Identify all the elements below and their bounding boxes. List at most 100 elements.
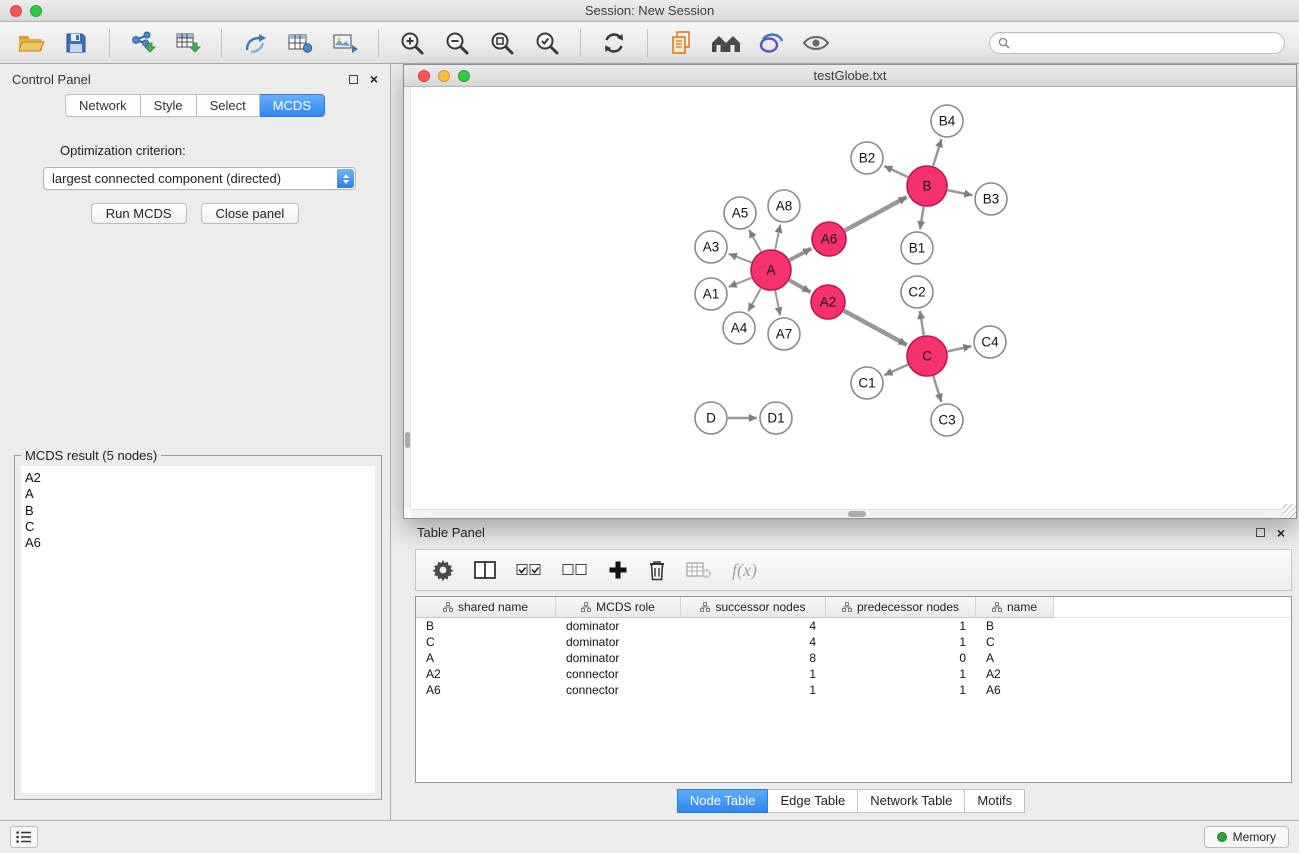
table-row[interactable]: Adominator80A: [416, 650, 1291, 666]
split-column-button[interactable]: [474, 555, 496, 585]
edge-B-B2[interactable]: [884, 166, 908, 177]
tab-node-table[interactable]: Node Table: [677, 789, 769, 813]
network-fork-button[interactable]: [238, 27, 272, 59]
network-graph[interactable]: ABCA2A6A1A3A4A5A7A8B1B2B3B4C1C2C3C4DD1: [404, 87, 1296, 518]
home-overview-button[interactable]: [709, 27, 743, 59]
edge-A-A3[interactable]: [729, 254, 752, 263]
tab-network-table[interactable]: Network Table: [858, 789, 965, 813]
graph-node-D1[interactable]: D1: [760, 402, 792, 434]
horizontal-scrollbar[interactable]: [411, 509, 1282, 518]
delete-table-button[interactable]: [686, 555, 712, 585]
graph-node-B4[interactable]: B4: [931, 105, 963, 137]
table-settings-button[interactable]: [432, 555, 454, 585]
table-row[interactable]: A6connector11A6: [416, 682, 1291, 698]
edge-C-C4[interactable]: [947, 346, 971, 351]
search-input[interactable]: [1015, 36, 1276, 50]
result-item[interactable]: A2: [25, 470, 371, 486]
search-box[interactable]: [989, 32, 1285, 54]
edge-A-A6[interactable]: [790, 248, 812, 260]
task-history-button[interactable]: [10, 826, 38, 848]
criterion-select[interactable]: largest connected component (directed): [43, 167, 356, 190]
graph-node-C2[interactable]: C2: [901, 276, 933, 308]
column-header-shared-name[interactable]: shared name: [416, 597, 556, 618]
edge-A-A5[interactable]: [749, 230, 761, 252]
graph-node-A8[interactable]: A8: [768, 190, 800, 222]
result-item[interactable]: C: [25, 519, 371, 535]
zoom-in-button[interactable]: [395, 27, 429, 59]
vertical-scrollbar[interactable]: [404, 87, 411, 508]
import-table-button[interactable]: [171, 27, 205, 59]
graph-node-C1[interactable]: C1: [851, 367, 883, 399]
highlight-button[interactable]: [754, 27, 788, 59]
function-builder-button[interactable]: f(x): [732, 555, 757, 585]
zoom-window-button[interactable]: [458, 70, 470, 82]
graph-node-A7[interactable]: A7: [768, 318, 800, 350]
graph-node-B2[interactable]: B2: [851, 142, 883, 174]
graph-node-C3[interactable]: C3: [931, 404, 963, 436]
edge-A6-B[interactable]: [845, 197, 907, 230]
result-item[interactable]: A: [25, 486, 371, 502]
close-window-button[interactable]: [418, 70, 430, 82]
close-panel-button[interactable]: Close panel: [201, 203, 300, 224]
graph-node-B[interactable]: B: [907, 166, 947, 206]
zoom-fit-button[interactable]: [485, 27, 519, 59]
memory-button[interactable]: Memory: [1204, 826, 1289, 848]
graph-node-C[interactable]: C: [907, 336, 947, 376]
column-header-predecessor-nodes[interactable]: predecessor nodes: [826, 597, 976, 618]
add-row-button[interactable]: [608, 555, 628, 585]
column-header-successor-nodes[interactable]: successor nodes: [681, 597, 826, 618]
export-image-button[interactable]: [328, 27, 362, 59]
edge-C-C3[interactable]: [933, 376, 941, 402]
graph-node-C4[interactable]: C4: [974, 326, 1006, 358]
float-panel-icon[interactable]: [349, 75, 358, 84]
tab-mcds[interactable]: MCDS: [260, 94, 325, 117]
delete-row-button[interactable]: [648, 555, 666, 585]
table-row[interactable]: A2connector11A2: [416, 666, 1291, 682]
graph-node-A6[interactable]: A6: [812, 222, 846, 256]
edge-A-A2[interactable]: [789, 280, 810, 292]
unselect-all-button[interactable]: [562, 555, 588, 585]
edge-A-A8[interactable]: [775, 225, 780, 250]
minimize-window-button[interactable]: [438, 70, 450, 82]
column-header-mcds-role[interactable]: MCDS role: [556, 597, 681, 618]
result-item[interactable]: A6: [25, 535, 371, 551]
close-panel-icon[interactable]: ×: [1277, 528, 1285, 538]
tab-network[interactable]: Network: [65, 94, 141, 117]
save-session-button[interactable]: [59, 27, 93, 59]
open-file-button[interactable]: [14, 27, 48, 59]
graph-node-A[interactable]: A: [751, 250, 791, 290]
graph-node-A5[interactable]: A5: [724, 197, 756, 229]
tab-motifs[interactable]: Motifs: [965, 789, 1025, 813]
open-panels-button[interactable]: [664, 27, 698, 59]
graph-node-A1[interactable]: A1: [695, 278, 727, 310]
zoom-selected-button[interactable]: [530, 27, 564, 59]
edge-A-A7[interactable]: [775, 291, 780, 316]
import-network-button[interactable]: [126, 27, 160, 59]
graph-node-A3[interactable]: A3: [695, 231, 727, 263]
table-row[interactable]: Cdominator41C: [416, 634, 1291, 650]
edge-C-C1[interactable]: [884, 365, 908, 376]
close-window-button[interactable]: [10, 5, 22, 17]
graph-node-D[interactable]: D: [695, 402, 727, 434]
graph-node-B1[interactable]: B1: [901, 232, 933, 264]
zoom-out-button[interactable]: [440, 27, 474, 59]
graph-node-A4[interactable]: A4: [723, 312, 755, 344]
network-table-button[interactable]: [283, 27, 317, 59]
resize-grip[interactable]: [1282, 504, 1296, 518]
edge-B-B3[interactable]: [948, 190, 973, 195]
graph-node-B3[interactable]: B3: [975, 183, 1007, 215]
zoom-window-button[interactable]: [30, 5, 42, 17]
float-panel-icon[interactable]: [1256, 528, 1265, 537]
edge-A2-C[interactable]: [844, 311, 907, 345]
column-header-name[interactable]: name: [976, 597, 1054, 618]
table-row[interactable]: Bdominator41B: [416, 618, 1291, 634]
close-panel-icon[interactable]: ×: [370, 74, 378, 84]
result-item[interactable]: B: [25, 503, 371, 519]
refresh-button[interactable]: [597, 27, 631, 59]
tab-style[interactable]: Style: [141, 94, 197, 117]
edge-A-A4[interactable]: [748, 288, 761, 311]
tab-edge-table[interactable]: Edge Table: [768, 789, 858, 813]
edge-B-B1[interactable]: [920, 207, 924, 230]
run-mcds-button[interactable]: Run MCDS: [91, 203, 187, 224]
network-canvas[interactable]: ABCA2A6A1A3A4A5A7A8B1B2B3B4C1C2C3C4DD1: [404, 87, 1296, 518]
